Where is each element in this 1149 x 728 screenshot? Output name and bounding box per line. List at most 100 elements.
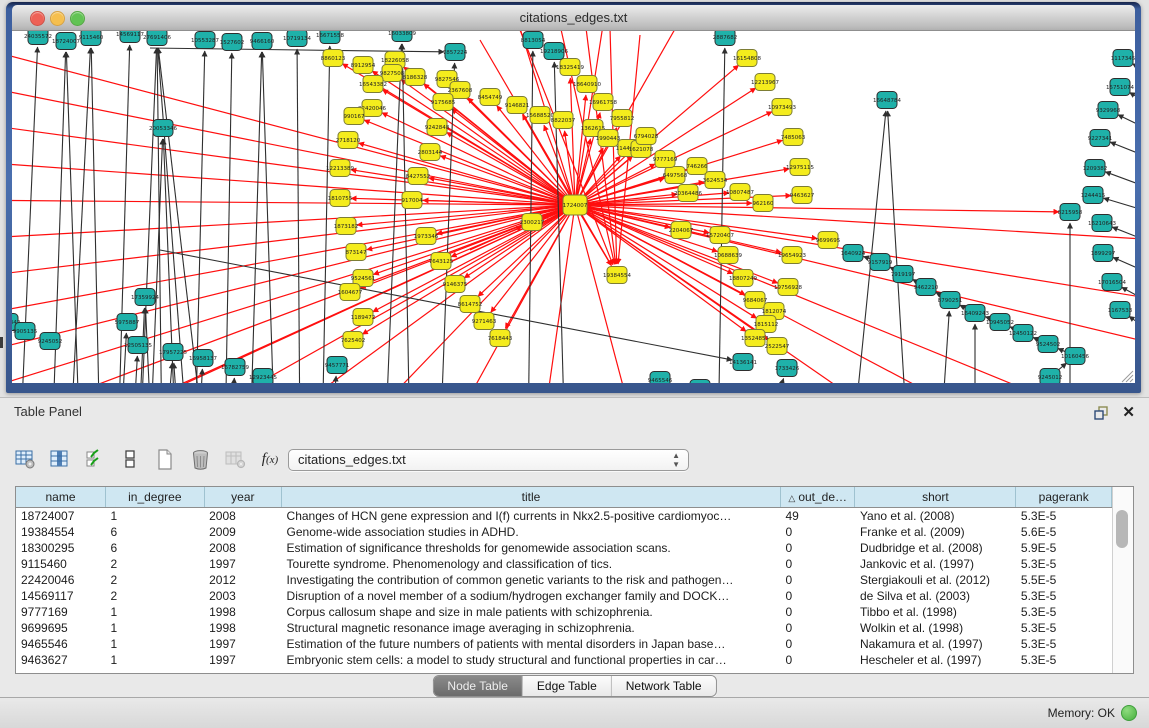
network-node[interactable]: 10553287 [191,32,219,49]
network-node[interactable]: 9777169 [653,151,678,168]
close-panel-icon[interactable]: ✕ [1122,403,1135,421]
network-node[interactable]: 1604677 [338,284,363,301]
network-node[interactable]: 2718120 [336,132,361,149]
network-node[interactable]: 8454749 [478,89,503,106]
column-header-in_degree[interactable]: in_degree [106,487,205,508]
network-node[interactable]: 9329968 [1096,102,1121,119]
network-node[interactable]: 1527602 [220,34,245,51]
network-node[interactable]: 16543382 [359,76,387,93]
network-node[interactable]: 16648784 [873,92,901,109]
network-node[interactable]: 8860123 [321,50,346,67]
network-node[interactable]: 10688639 [714,247,742,264]
network-node[interactable]: 9242848 [425,119,450,136]
tab-edge-table[interactable]: Edge Table [522,676,611,696]
network-node[interactable]: 9227341 [1088,130,1113,147]
network-node[interactable]: 2887682 [713,31,738,46]
network-node[interactable]: 9905135 [13,323,38,340]
network-node[interactable]: 7955812 [610,110,635,127]
column-header-year[interactable]: year [204,487,281,508]
column-header-name[interactable]: name [16,487,106,508]
network-node[interactable]: 16033809 [388,31,416,42]
network-node[interactable]: 1724007 [563,195,588,215]
network-node[interactable]: 12923445 [249,369,277,384]
network-node[interactable]: 9524502 [1036,336,1061,353]
network-node[interactable]: 18640910 [573,76,601,93]
network-node[interactable]: 917004 [402,192,423,209]
table-row[interactable]: 946362711997Embryonic stem cells: a mode… [16,652,1112,668]
tab-node-table[interactable]: Node Table [433,676,522,696]
network-node[interactable]: 24035572 [24,31,52,45]
network-node[interactable]: 16958137 [189,350,217,367]
network-node[interactable]: 18300295 [686,380,714,384]
network-node[interactable]: 5975887 [115,314,140,331]
network-node[interactable]: 9465546 [648,372,673,384]
network-node[interactable]: 16961758 [589,94,617,111]
network-node[interactable]: 1209382 [1083,160,1108,177]
network-node[interactable]: 873147 [346,244,367,261]
network-node[interactable]: 17359924 [131,289,159,306]
network-node[interactable]: 746266 [687,158,708,175]
network-node[interactable]: 7643125 [429,253,454,270]
network-node[interactable]: 18325419 [556,59,584,76]
network-node[interactable]: 1640924 [841,245,866,262]
network-node[interactable]: 8614752 [458,296,483,313]
network-node[interactable]: 8790251 [938,292,963,309]
network-node[interactable]: 16409243 [961,305,989,322]
network-node[interactable]: 7625402 [341,332,366,349]
network-node[interactable]: 1167533 [1108,302,1133,319]
network-node[interactable]: 12450122 [1009,325,1037,342]
network-node[interactable]: 9699695 [816,232,841,249]
network-node[interactable]: 14136141 [729,354,757,371]
table-row[interactable]: 969969511998Structural magnetic resonanc… [16,620,1112,636]
network-node[interactable]: 6497568 [663,167,688,184]
network-node[interactable]: 20053346 [149,120,177,137]
network-node[interactable]: 10719134 [283,31,311,47]
merge-rows-button[interactable] [119,448,141,470]
column-header-out_de[interactable]: △out_de… [781,487,855,508]
network-node[interactable]: 9827508 [380,65,405,82]
table-scrollbar-thumb[interactable] [1116,510,1128,548]
network-node[interactable]: 8813054 [521,32,546,49]
network-node[interactable]: 9245052 [38,333,63,350]
network-node[interactable]: 16154808 [733,50,761,67]
network-node[interactable]: 27691406 [143,31,171,46]
column-header-short[interactable]: short [855,487,1016,508]
network-node[interactable]: 16782759 [221,359,249,376]
network-node[interactable]: 9146375 [443,276,468,293]
float-panel-icon[interactable] [1093,406,1109,420]
network-node[interactable]: 19756928 [774,279,802,296]
table-row[interactable]: 1872400712008Changes of HCN gene express… [16,508,1112,525]
table-mode-button[interactable] [14,448,36,470]
create-column-button[interactable] [154,448,176,470]
network-node[interactable]: 1117345 [1111,50,1135,67]
network-node[interactable]: 9463627 [790,187,815,204]
table-row[interactable]: 911546021997Tourette syndrome. Phenomeno… [16,556,1112,572]
network-node[interactable]: 10160456 [1061,348,1089,365]
delete-table-button-disabled[interactable] [224,448,246,470]
network-node[interactable]: 9245012 [1038,369,1063,384]
table-source-dropdown[interactable]: citations_edges.txt ▲▼ [288,449,689,471]
network-node[interactable]: 18807249 [729,270,757,287]
network-node[interactable]: 9466160 [250,33,275,50]
network-view-canvas[interactable]: 1724007230021788601238912954182260589827… [12,31,1135,383]
network-node[interactable]: 9457771 [325,357,350,374]
network-node[interactable]: 12975115 [786,159,814,176]
network-node[interactable]: 12213967 [751,74,779,91]
network-node[interactable]: 7857224 [443,44,468,61]
network-node[interactable]: 16671558 [316,31,344,44]
network-node[interactable]: 9115460 [79,31,104,46]
network-node[interactable]: 7618443 [488,330,513,347]
network-node[interactable]: 19654923 [778,247,806,264]
select-columns-button[interactable] [84,448,106,470]
network-node[interactable]: 1810755 [328,190,353,207]
network-node[interactable]: 990167 [344,108,365,125]
network-node[interactable]: 8912954 [351,57,376,74]
network-node[interactable]: 15720407 [706,227,734,244]
show-column-button[interactable] [49,448,71,470]
network-node[interactable]: 20364486 [674,185,702,202]
network-node[interactable]: 17016504 [1098,274,1126,291]
network-node[interactable]: 17957225 [159,344,187,361]
network-node[interactable]: 1189472 [351,309,376,326]
network-node[interactable]: 1873182 [334,218,359,235]
network-node[interactable]: 14569117 [116,31,144,43]
